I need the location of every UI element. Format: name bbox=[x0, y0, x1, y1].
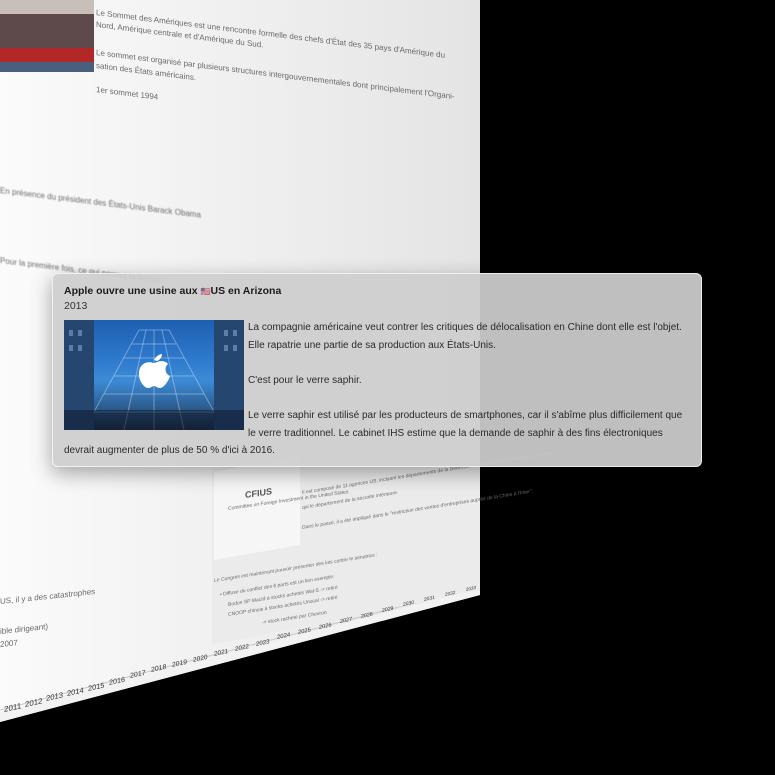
bg-line: 2007 bbox=[0, 638, 18, 649]
popup-title-suffix: US en Arizona bbox=[210, 285, 282, 297]
popup-title: Apple ouvre une usine aux 🇺🇸US en Arizon… bbox=[64, 285, 281, 297]
popup-description: La compagnie américaine veut contrer les… bbox=[64, 319, 690, 460]
popup-year: 2013 bbox=[64, 300, 88, 312]
us-flag-icon: 🇺🇸 bbox=[200, 287, 211, 296]
popup-title-prefix: Apple ouvre une usine aux bbox=[64, 285, 201, 297]
event-popup-card[interactable]: Apple ouvre une usine aux 🇺🇸US en Arizon… bbox=[52, 273, 702, 467]
